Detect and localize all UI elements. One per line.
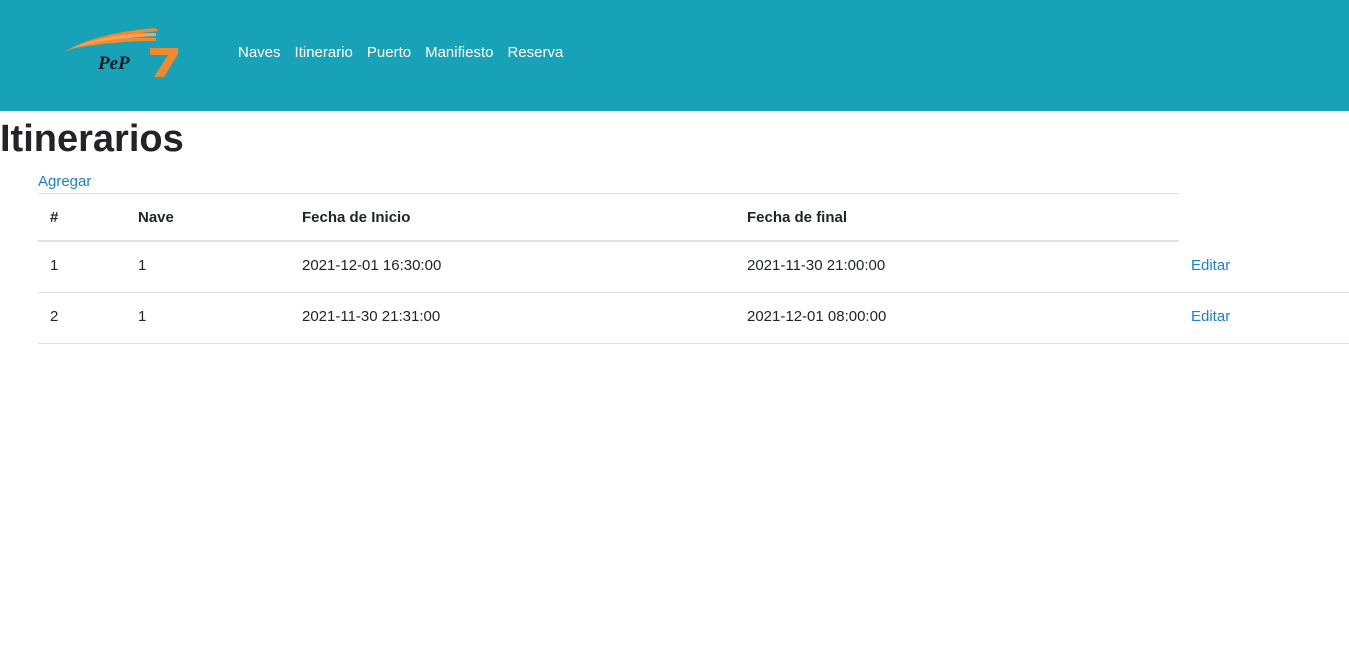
page-title: Itinerarios [0,118,184,160]
logo-text: PeP [97,53,130,74]
column-header-nave: Nave [138,209,174,226]
nav-link-itinerario[interactable]: Itinerario [288,43,360,63]
column-header-fecha-final: Fecha de final [747,209,848,226]
nav-links: Naves Itinerario Puerto Manifiesto Reser… [231,43,570,63]
row-id: 1 [50,257,59,274]
row-fecha-final: 2021-11-30 21:00:00 [747,257,886,274]
edit-link[interactable]: Editar [1191,242,1230,290]
row-nave: 1 [138,308,147,325]
edit-link[interactable]: Editar [1191,293,1230,341]
top-navbar: PeP Naves Itinerario Puerto Manifiesto R… [0,0,1349,111]
table-row: 1 1 2021-12-01 16:30:00 2021-11-30 21:00… [38,242,1349,293]
add-link[interactable]: Agregar [38,172,91,192]
column-header-number: # [50,209,59,226]
table-header: # Nave Fecha de Inicio Fecha de final [38,193,1179,242]
row-fecha-inicio: 2021-12-01 16:30:00 [302,257,442,274]
nav-link-puerto[interactable]: Puerto [360,43,418,63]
column-header-fecha-inicio: Fecha de Inicio [302,209,411,226]
table-row: 2 1 2021-11-30 21:31:00 2021-12-01 08:00… [38,293,1349,344]
pep-logo[interactable]: PeP [60,22,184,80]
pep-logo-icon: PeP [64,28,178,77]
row-fecha-final: 2021-12-01 08:00:00 [747,308,887,325]
itinerary-table: # Nave Fecha de Inicio Fecha de final 1 … [38,193,1349,344]
nav-link-manifiesto[interactable]: Manifiesto [418,43,500,63]
row-nave: 1 [138,257,147,274]
nav-link-naves[interactable]: Naves [231,43,288,63]
row-fecha-inicio: 2021-11-30 21:31:00 [302,308,441,325]
nav-link-reserva[interactable]: Reserva [500,43,570,63]
row-id: 2 [50,308,59,325]
